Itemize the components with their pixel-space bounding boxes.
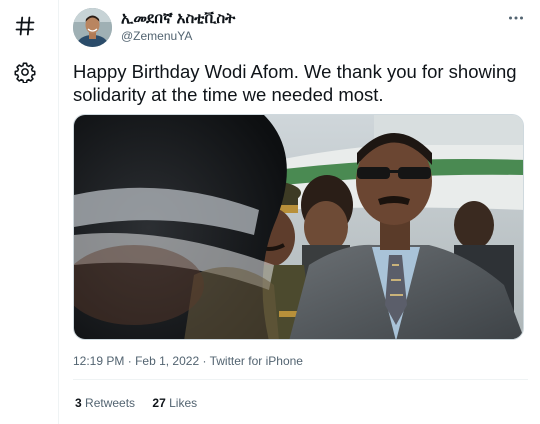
tweet-page: ኢመደበኛ አስቲቪስት @ZemenuYA Happy Birthday Wo… bbox=[0, 0, 540, 424]
more-options-button[interactable] bbox=[504, 8, 528, 28]
tweet-time[interactable]: 12:19 PM bbox=[73, 354, 124, 368]
likes-stat[interactable]: 27 Likes bbox=[152, 396, 197, 410]
tweet-detail: ኢመደበኛ አስቲቪስት @ZemenuYA Happy Birthday Wo… bbox=[60, 0, 540, 424]
tweet-source[interactable]: Twitter for iPhone bbox=[210, 354, 303, 368]
engagement-stats: 3 Retweets 27 Likes bbox=[75, 396, 211, 410]
retweets-label: Retweets bbox=[85, 396, 136, 410]
tweet-meta: 12:19 PM · Feb 1, 2022 · Twitter for iPh… bbox=[73, 354, 303, 368]
meta-separator: · bbox=[127, 354, 132, 368]
hashtag-icon bbox=[15, 16, 35, 36]
tweet-photo[interactable] bbox=[73, 114, 524, 340]
left-nav-rail bbox=[0, 0, 59, 424]
avatar-photo bbox=[73, 8, 112, 47]
tweet-text: Happy Birthday Wodi Afom. We thank you f… bbox=[73, 61, 517, 105]
retweets-count: 3 bbox=[75, 396, 82, 410]
likes-label: Likes bbox=[169, 396, 198, 410]
avatar[interactable] bbox=[73, 8, 112, 47]
more-horizontal-icon bbox=[509, 16, 523, 20]
gear-icon bbox=[14, 62, 36, 83]
tweet-date[interactable]: Feb 1, 2022 bbox=[135, 354, 199, 368]
photo-image bbox=[74, 115, 523, 339]
meta-separator: · bbox=[202, 354, 207, 368]
likes-count: 27 bbox=[152, 396, 166, 410]
author-handle[interactable]: @ZemenuYA bbox=[121, 29, 192, 43]
divider bbox=[73, 379, 528, 380]
settings-button[interactable] bbox=[10, 57, 40, 87]
explore-button[interactable] bbox=[10, 11, 40, 41]
retweets-stat[interactable]: 3 Retweets bbox=[75, 396, 138, 410]
author-display-name[interactable]: ኢመደበኛ አስቲቪስት bbox=[121, 10, 235, 27]
